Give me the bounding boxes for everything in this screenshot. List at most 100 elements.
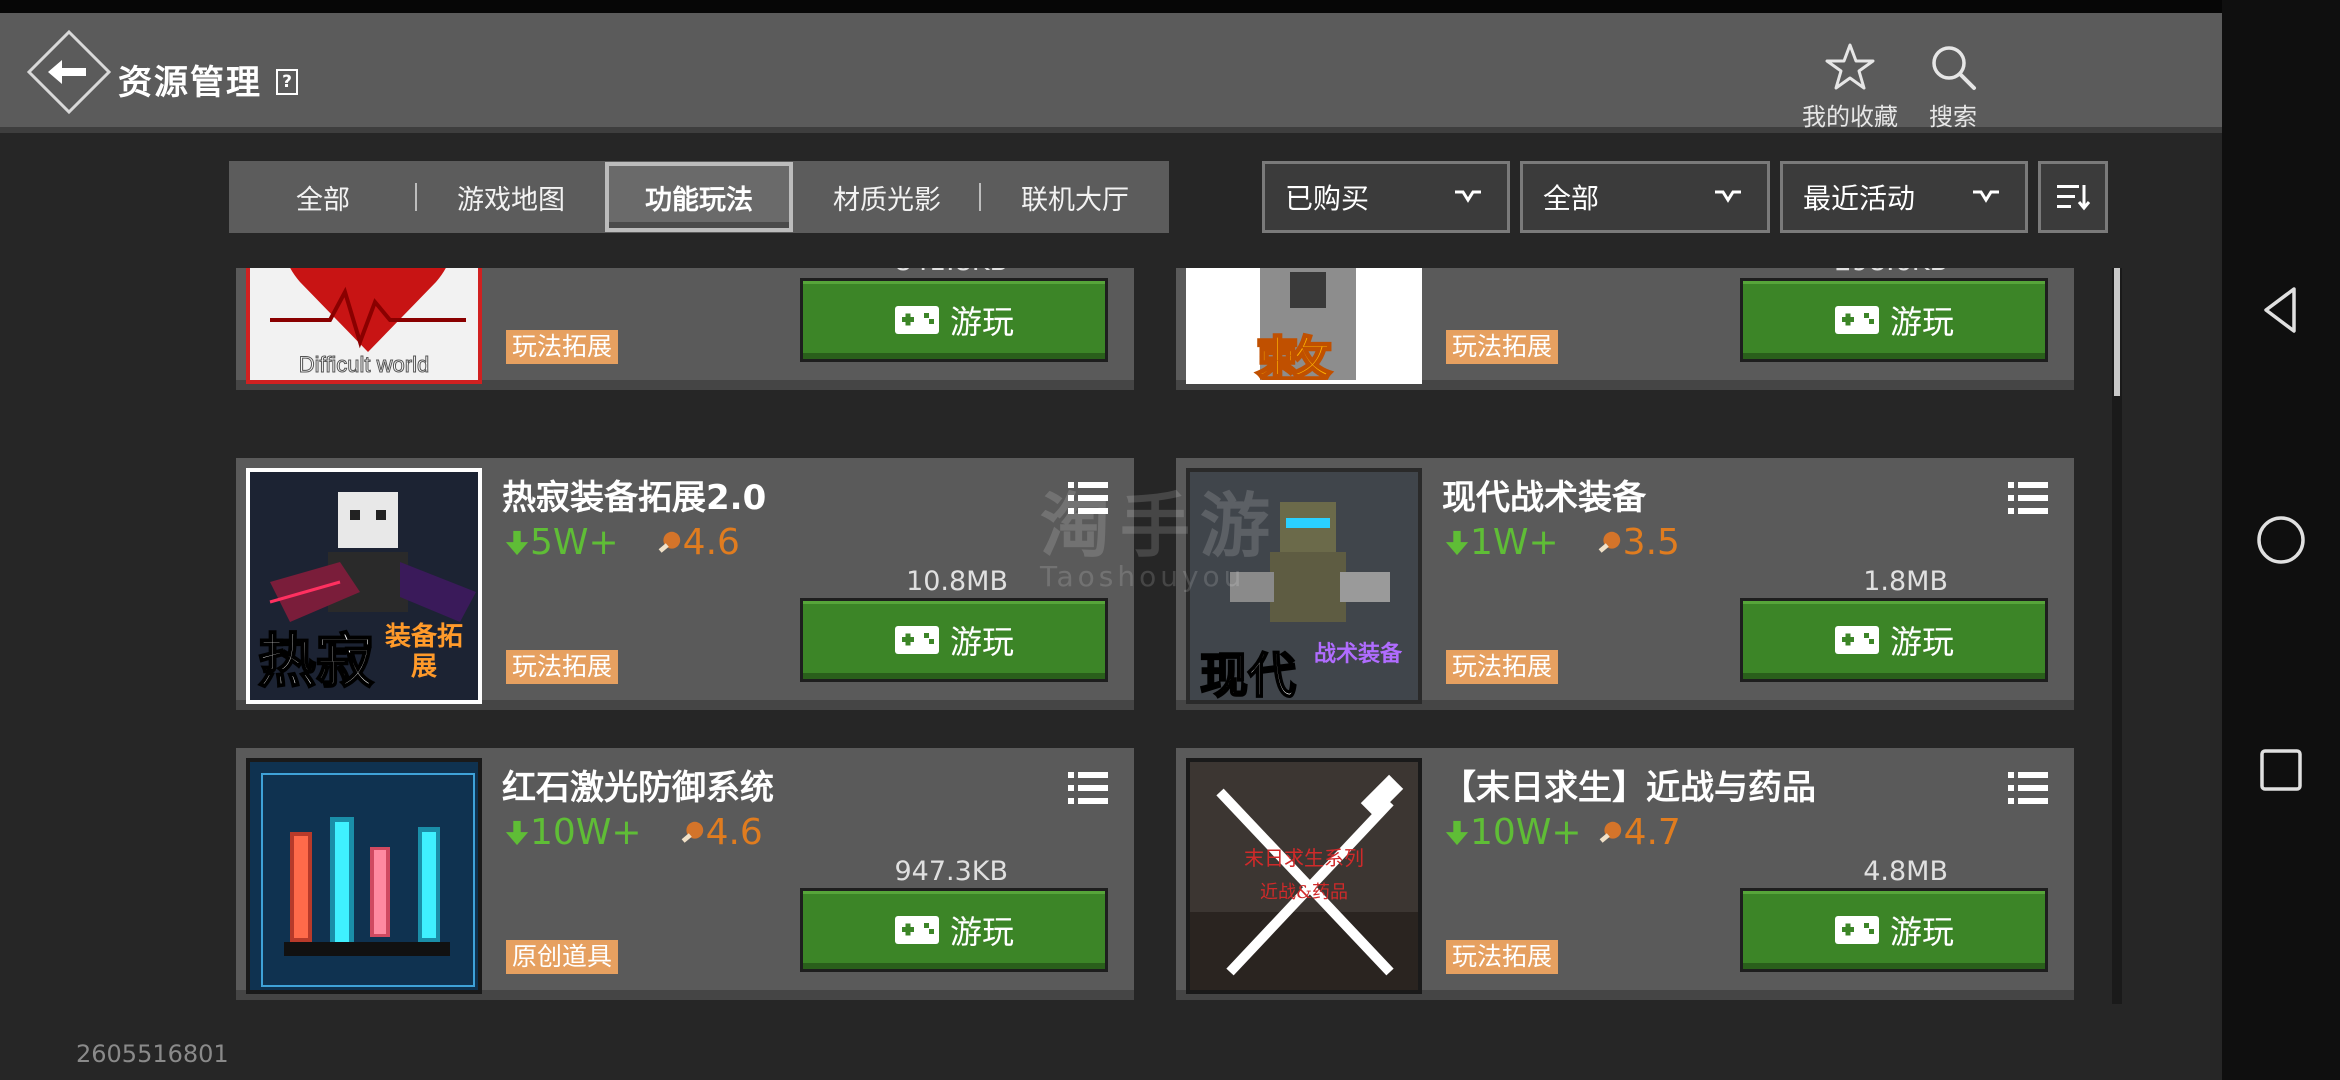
resource-title: 红石激光防御系统	[502, 768, 774, 808]
square-recents-icon	[2260, 749, 2302, 791]
resource-card[interactable]: 现代 战术装备 现代战术装备 1W+ 3.5 1.8MB 玩法拓展 游玩	[1176, 458, 2074, 710]
gamepad-icon	[894, 306, 939, 334]
downloads: 5W+	[504, 522, 619, 563]
download-count: 5W+	[530, 522, 619, 563]
download-arrow-icon	[505, 530, 529, 555]
tab-textures[interactable]: 材质光影	[793, 161, 981, 233]
file-size: 1.8MB	[1863, 566, 1948, 597]
download-count: 10W+	[1470, 812, 1582, 853]
resource-title: 现代战术装备	[1442, 478, 1646, 518]
drumstick-icon	[1599, 821, 1621, 843]
play-button[interactable]: 游玩	[1740, 278, 2048, 362]
favorites-button[interactable]: 我的收藏	[1795, 41, 1905, 132]
sort-icon	[2057, 185, 2091, 211]
category-tag: 玩法拓展	[506, 330, 619, 364]
search-icon	[1932, 46, 1976, 90]
thumbnail-subtext: 近战&药品	[1259, 882, 1349, 903]
gamepad-icon	[1834, 916, 1879, 944]
download-arrow-icon	[1445, 820, 1469, 845]
resource-list: Difficult world 841.8KB 玩法拓展 游玩 整 理 298.…	[236, 268, 2076, 1004]
play-button[interactable]: 游玩	[800, 278, 1108, 362]
play-button[interactable]: 游玩	[1740, 888, 2048, 972]
scrollbar-thumb[interactable]	[2114, 268, 2120, 396]
download-arrow-icon	[1445, 530, 1469, 555]
play-button[interactable]: 游玩	[1740, 598, 2048, 682]
ownership-value: 已购买	[1285, 182, 1370, 215]
order-dropdown[interactable]: 最近活动	[1780, 161, 2028, 233]
more-menu-icon[interactable]	[2008, 770, 2048, 806]
file-size: 947.3KB	[894, 856, 1008, 887]
thumbnail	[246, 758, 482, 994]
rating: 4.6	[655, 522, 740, 563]
thumbnail-text: 现代	[1199, 647, 1297, 704]
resource-title: 热寂装备拓展2.0	[502, 478, 767, 518]
drumstick-icon	[1598, 531, 1620, 553]
gamepad-icon	[894, 916, 939, 944]
downloads: 1W+	[1444, 522, 1559, 563]
back-button[interactable]	[26, 29, 112, 115]
thumbnail: 末日求生系列 近战&药品	[1186, 758, 1422, 994]
tab-game-maps[interactable]: 游戏地图	[417, 161, 605, 233]
thumbnail-text: 整 理	[1254, 329, 1353, 384]
category-tag: 玩法拓展	[1446, 650, 1559, 684]
search-button[interactable]: 搜索	[1898, 41, 2008, 132]
file-size: 841.8KB	[894, 268, 1008, 277]
back-arrow-icon	[26, 29, 112, 115]
nav-recents-button[interactable]	[2222, 730, 2340, 810]
category-tag: 原创道具	[506, 940, 619, 974]
nav-home-button[interactable]	[2222, 500, 2340, 580]
thumbnail-subtext: 战术装备	[1313, 642, 1402, 667]
drumstick-icon	[681, 821, 703, 843]
rating-value: 4.6	[682, 522, 740, 563]
rating: 4.6	[678, 812, 763, 853]
gamepad-icon	[1834, 626, 1879, 654]
resource-stats: 5W+ 4.6	[504, 522, 740, 563]
thumbnail: 热寂 装备拓展	[246, 468, 482, 704]
category-value: 全部	[1543, 182, 1600, 215]
category-tag: 玩法拓展	[1446, 940, 1559, 974]
play-label: 游玩	[949, 303, 1014, 341]
more-menu-icon[interactable]	[2008, 480, 2048, 516]
resource-card[interactable]: Difficult world 841.8KB 玩法拓展 游玩	[236, 268, 1134, 390]
system-nav-bar	[2222, 0, 2340, 1080]
chevron-down-icon	[1715, 190, 1741, 203]
sort-direction-button[interactable]	[2038, 161, 2108, 233]
tab-all[interactable]: 全部	[229, 161, 417, 233]
nav-back-button[interactable]	[2222, 270, 2340, 350]
resource-card[interactable]: 末日求生系列 近战&药品 【末日求生】近战与药品 10W+ 4.7 4.8MB …	[1176, 748, 2074, 1000]
resource-card[interactable]: 红石激光防御系统 10W+ 4.6 947.3KB 原创道具 游玩	[236, 748, 1134, 1000]
order-value: 最近活动	[1803, 182, 1916, 215]
status-bar	[0, 0, 2222, 13]
rating-value: 4.7	[1623, 812, 1681, 853]
gamepad-icon	[1834, 306, 1879, 334]
play-button[interactable]: 游玩	[800, 598, 1108, 682]
file-size: 10.8MB	[906, 566, 1008, 597]
download-count: 1W+	[1470, 522, 1559, 563]
tab-multiplayer[interactable]: 联机大厅	[981, 161, 1169, 233]
chevron-down-icon	[1455, 190, 1481, 203]
category-tabs: 全部 游戏地图 功能玩法 材质光影 联机大厅	[229, 161, 1169, 233]
thumbnail-text: 末日求生系列	[1244, 846, 1364, 870]
category-dropdown[interactable]: 全部	[1520, 161, 1770, 233]
chevron-down-icon	[1973, 190, 1999, 203]
thumbnail-text: Difficult world	[298, 352, 430, 378]
download-arrow-icon	[505, 820, 529, 845]
drumstick-icon	[658, 531, 680, 553]
more-menu-icon[interactable]	[1068, 770, 1108, 806]
resource-card[interactable]: 整 理 298.6KB 玩法拓展 游玩	[1176, 268, 2074, 390]
star-icon	[1825, 43, 1875, 90]
thumbnail: Difficult world	[246, 268, 482, 384]
circle-home-icon	[2257, 516, 2305, 564]
laser-thumbnail-art	[250, 762, 478, 990]
category-tag: 玩法拓展	[506, 650, 619, 684]
page-title: 资源管理	[118, 63, 262, 103]
help-icon[interactable]: ?	[276, 69, 298, 95]
header-bar: 资源管理 ? 我的收藏 搜索	[0, 13, 2222, 133]
resource-card[interactable]: 热寂 装备拓展 热寂装备拓展2.0 5W+ 4.6 10.8MB 玩法拓展 游玩	[236, 458, 1134, 710]
tab-gameplay[interactable]: 功能玩法	[605, 162, 793, 232]
resource-stats: 10W+ 4.7	[1444, 812, 1681, 853]
downloads: 10W+	[504, 812, 642, 853]
play-button[interactable]: 游玩	[800, 888, 1108, 972]
ownership-dropdown[interactable]: 已购买	[1262, 161, 1510, 233]
watermark-subtext: Taoshouyou	[1040, 560, 1246, 593]
